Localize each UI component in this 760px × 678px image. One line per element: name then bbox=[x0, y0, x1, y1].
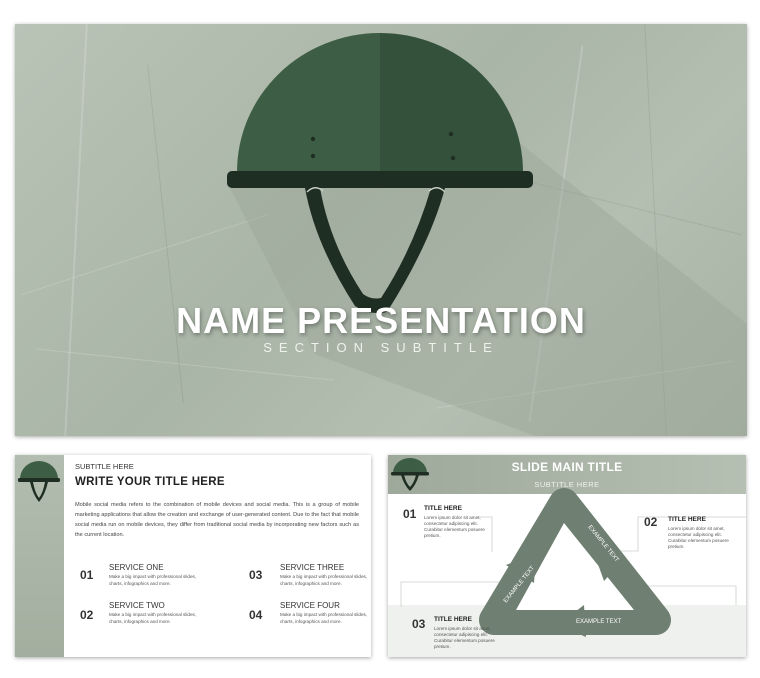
service-description: Make a big impact with professional slid… bbox=[109, 612, 197, 624]
item-title: TITLE HERE bbox=[424, 505, 462, 512]
service-title: SERVICE ONE bbox=[109, 563, 164, 572]
service-title: SERVICE FOUR bbox=[280, 601, 340, 610]
service-number: 04 bbox=[249, 608, 263, 622]
title-slide[interactable]: NAME PRESENTATION SECTION SUBTITLE bbox=[15, 24, 747, 436]
svg-text:EXAMPLE TEXT: EXAMPLE TEXT bbox=[576, 619, 622, 625]
item-title: TITLE HERE bbox=[434, 616, 472, 623]
item-number: 03 bbox=[412, 617, 426, 631]
side-strip bbox=[15, 455, 64, 657]
army-helmet-icon bbox=[227, 33, 747, 436]
body-paragraph: Mobile social media refers to the combin… bbox=[75, 502, 359, 538]
item-number: 02 bbox=[644, 515, 658, 529]
service-title: SERVICE THREE bbox=[280, 563, 345, 572]
cycle-diagram-slide-thumbnail[interactable]: SLIDE MAIN TITLE SUBTITLE HERE EXAMPLE T… bbox=[388, 455, 746, 657]
service-description: Make a big impact with professional slid… bbox=[280, 612, 368, 624]
service-number: 01 bbox=[80, 568, 94, 582]
item-description: Lorem ipsum dolor sit amet, consectetur … bbox=[424, 515, 485, 538]
presentation-title: NAME PRESENTATION bbox=[176, 300, 586, 341]
army-helmet-icon bbox=[18, 461, 60, 502]
service-description: Make a big impact with professional slid… bbox=[109, 574, 197, 586]
slide-title: WRITE YOUR TITLE HERE bbox=[75, 476, 225, 488]
service-title: SERVICE TWO bbox=[109, 601, 165, 610]
service-number: 03 bbox=[249, 568, 263, 582]
item-description: Lorem ipsum dolor sit amet, consectetur … bbox=[668, 526, 729, 549]
item-title: TITLE HERE bbox=[668, 516, 706, 523]
item-description: Lorem ipsum dolor sit amet, consectetur … bbox=[434, 626, 495, 649]
item-number: 01 bbox=[403, 507, 417, 521]
service-description: Make a big impact with professional slid… bbox=[280, 574, 368, 586]
slide-subtitle: SUBTITLE HERE bbox=[75, 462, 134, 471]
section-subtitle: SECTION SUBTITLE bbox=[263, 340, 499, 355]
content-slide-thumbnail[interactable]: SUBTITLE HERE WRITE YOUR TITLE HERE Mobi… bbox=[15, 455, 371, 657]
service-number: 02 bbox=[80, 608, 94, 622]
